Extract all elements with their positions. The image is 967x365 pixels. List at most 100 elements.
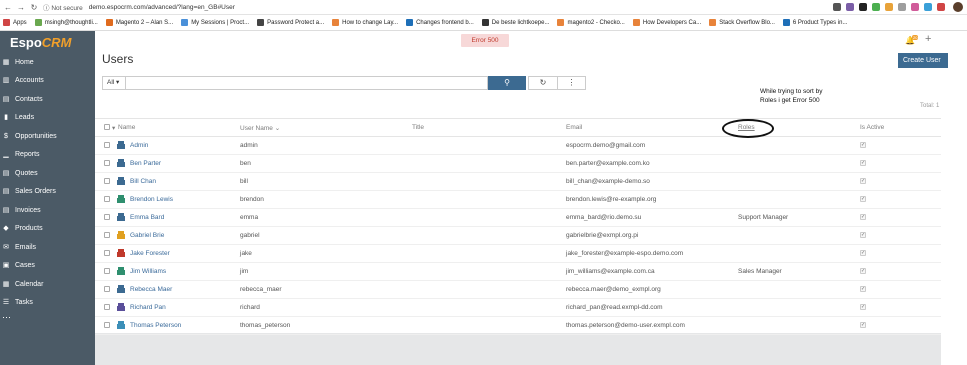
create-user-button[interactable]: Create User (898, 53, 948, 68)
reset-button[interactable]: ↻ (528, 76, 558, 90)
back-icon[interactable]: ← (3, 3, 13, 12)
sidebar-item-invoices[interactable]: ▤ Invoices (0, 201, 95, 220)
sidebar: Espo CRM ▦ Home ▥ Accounts ▤ Contacts ▮ Leads… (0, 31, 95, 365)
active-checkbox: ✓ (860, 196, 866, 202)
extension-icon[interactable] (924, 3, 932, 11)
sidebar-item-cases[interactable]: ▣ Cases (0, 257, 95, 276)
forward-icon[interactable]: → (16, 3, 26, 12)
user-name-link[interactable]: Thomas Peterson (130, 322, 181, 329)
row-checkbox[interactable] (104, 286, 110, 292)
user-name-link[interactable]: Jim Williams (130, 268, 166, 275)
user-name-link[interactable]: Bill Chan (130, 178, 156, 185)
more-options-button[interactable]: ⋮ (558, 76, 586, 90)
row-checkbox[interactable] (104, 196, 110, 202)
select-all-checkbox[interactable] (104, 124, 110, 130)
bookmark[interactable]: Password Protect a... (257, 19, 324, 26)
select-dropdown-icon[interactable]: ▾ (112, 124, 115, 132)
sidebar-item-opportunities[interactable]: $ Opportunities (0, 127, 95, 146)
email-link[interactable]: ben.parter@example.com.ko (566, 160, 650, 167)
sidebar-item-home[interactable]: ▦ Home (0, 53, 95, 72)
bookmark[interactable]: Apps (3, 19, 27, 26)
app-logo[interactable]: Espo CRM (0, 31, 95, 53)
column-header-email[interactable]: Email (566, 124, 582, 131)
extension-icon[interactable] (898, 3, 906, 11)
bookmark[interactable]: How Developers Ca... (632, 19, 701, 26)
extension-icon[interactable] (859, 3, 867, 11)
column-header-username[interactable]: User Name ⌄ (240, 124, 280, 132)
column-header-active[interactable]: Is Active (860, 124, 884, 131)
username-cell: thomas_peterson (240, 322, 291, 329)
bookmark-icon (632, 19, 640, 26)
column-header-title[interactable]: Title (412, 124, 424, 131)
url-field[interactable]: demo.espocrm.com/advanced/?lang=en_GB#Us… (89, 4, 235, 11)
username-cell: ben (240, 160, 251, 167)
sidebar-item-emails[interactable]: ✉ Emails (0, 238, 95, 257)
sidebar-item-contacts[interactable]: ▤ Contacts (0, 90, 95, 109)
sidebar-item-tasks[interactable]: ☰ Tasks (0, 294, 95, 313)
sidebar-item-reports[interactable]: ▁ Reports (0, 146, 95, 165)
apps-grid-icon (3, 19, 10, 26)
sidebar-item-leads[interactable]: ▮ Leads (0, 109, 95, 128)
extension-icon[interactable] (937, 3, 945, 11)
sidebar-item-products[interactable]: ◆ Products (0, 220, 95, 239)
more-icon[interactable]: ⋯ (0, 312, 95, 323)
sidebar-item-quotes[interactable]: ▤ Quotes (0, 164, 95, 183)
email-link[interactable]: richard_pan@read.exmpl-dd.com (566, 304, 663, 311)
reload-icon[interactable]: ↻ (29, 3, 39, 12)
user-name-link[interactable]: Ben Parter (130, 160, 161, 167)
email-link[interactable]: thomas.peterson@demo-user.exmpl.com (566, 322, 685, 329)
bookmark[interactable]: Changes frontend b... (406, 19, 474, 26)
sidebar-item-accounts[interactable]: ▥ Accounts (0, 72, 95, 91)
star-icon[interactable] (833, 3, 841, 11)
bookmark[interactable]: De beste lichtkoepe... (481, 19, 549, 26)
row-checkbox[interactable] (104, 304, 110, 310)
extension-icon[interactable] (846, 3, 854, 11)
total-count: Total: 1 (920, 103, 940, 109)
row-checkbox[interactable] (104, 268, 110, 274)
bookmark[interactable]: 6 Product Types in... (782, 19, 848, 26)
user-name-link[interactable]: Richard Pan (130, 304, 166, 311)
email-link[interactable]: espocrm.demo@gmail.com (566, 142, 645, 149)
row-checkbox[interactable] (104, 178, 110, 184)
search-input[interactable] (126, 76, 488, 90)
plus-icon[interactable]: + (925, 33, 931, 45)
email-link[interactable]: jake_forester@example-espo.demo.com (566, 250, 683, 257)
table-row: Admin admin espocrm.demo@gmail.com ✓ (95, 137, 941, 155)
column-header-name[interactable]: Name (118, 124, 135, 131)
email-link[interactable]: jim_williams@example.com.ca (566, 268, 655, 275)
bookmark[interactable]: My Sessions | Proct... (181, 19, 249, 26)
sidebar-item-sales-orders[interactable]: ▤ Sales Orders (0, 183, 95, 202)
user-name-link[interactable]: Admin (130, 142, 148, 149)
bookmark[interactable]: Stack Overflow Blo... (709, 19, 775, 26)
user-name-link[interactable]: Brendon Lewis (130, 196, 173, 203)
email-link[interactable]: rebecca.maer@demo_exmpl.org (566, 286, 661, 293)
row-checkbox[interactable] (104, 250, 110, 256)
bookmark[interactable]: How to change Lay... (332, 19, 398, 26)
user-name-link[interactable]: Jake Forester (130, 250, 170, 257)
bookmarks-bar: Apps msingh@thoughtli... Magento 2 – Ala… (0, 15, 967, 31)
bookmark[interactable]: magento2 - Checko... (557, 19, 625, 26)
security-info[interactable]: ⓘ Not secure (43, 2, 83, 12)
row-checkbox[interactable] (104, 322, 110, 328)
filter-dropdown[interactable]: All ▾ (102, 76, 126, 90)
user-icon (117, 177, 125, 185)
email-link[interactable]: brendon.lewis@re-example.org (566, 196, 656, 203)
bookmark[interactable]: msingh@thoughtli... (34, 19, 98, 26)
email-link[interactable]: gabrielbrie@exmpl.org.pi (566, 232, 638, 239)
extension-icon[interactable] (911, 3, 919, 11)
bookmark[interactable]: Magento 2 – Alan S... (105, 19, 173, 26)
search-button[interactable]: ⚲ (488, 76, 526, 90)
row-checkbox[interactable] (104, 160, 110, 166)
row-checkbox[interactable] (104, 142, 110, 148)
row-checkbox[interactable] (104, 214, 110, 220)
user-name-link[interactable]: Gabriel Brie (130, 232, 164, 239)
email-link[interactable]: emma_bard@rio.demo.su (566, 214, 641, 221)
sidebar-item-calendar[interactable]: ▦ Calendar (0, 275, 95, 294)
user-name-link[interactable]: Emma Bard (130, 214, 164, 221)
extension-icon[interactable] (885, 3, 893, 11)
profile-avatar[interactable] (953, 2, 963, 12)
extension-icon[interactable] (872, 3, 880, 11)
user-name-link[interactable]: Rebecca Maer (130, 286, 172, 293)
row-checkbox[interactable] (104, 232, 110, 238)
email-link[interactable]: bill_chan@example-demo.so (566, 178, 650, 185)
